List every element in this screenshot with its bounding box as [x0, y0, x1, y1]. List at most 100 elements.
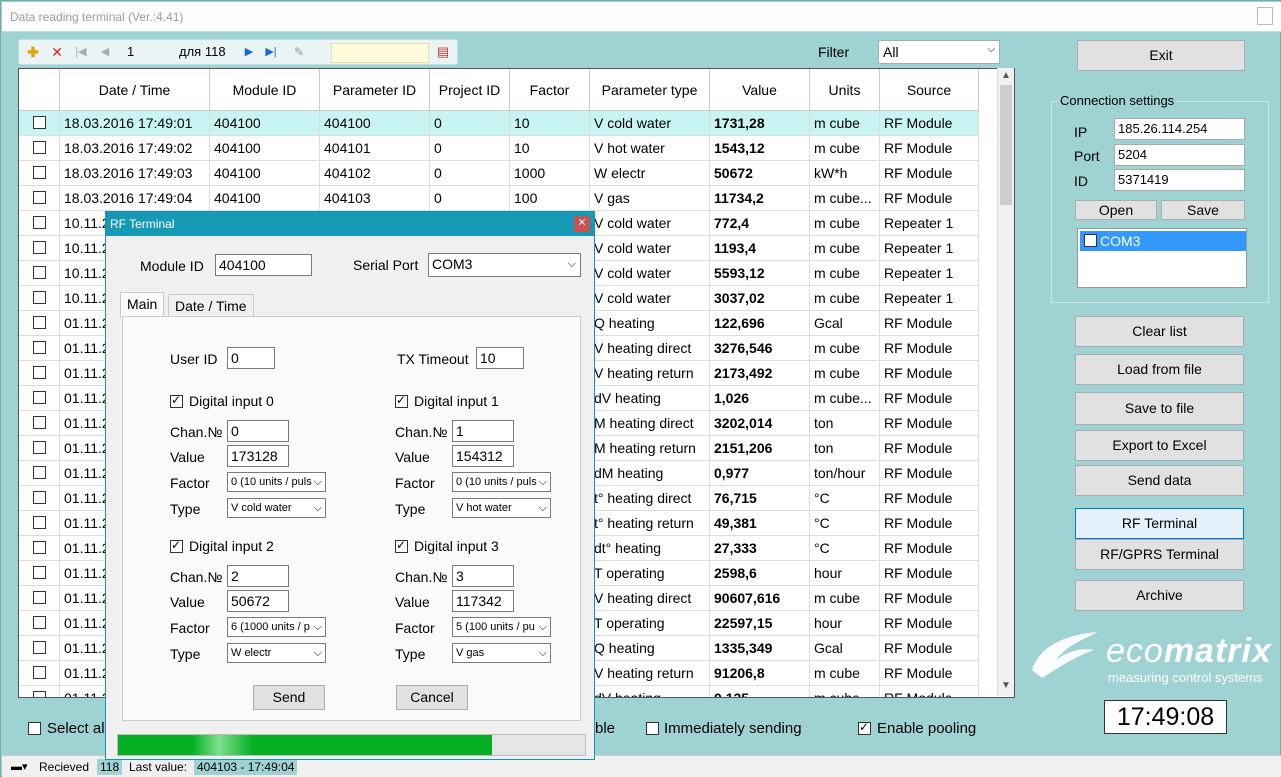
factor-select[interactable]: 0 (10 units / puls ⌵ — [452, 472, 551, 492]
save-button[interactable]: Save — [1161, 200, 1245, 220]
com-port-checkbox[interactable] — [1084, 232, 1097, 252]
row-checkbox[interactable] — [33, 366, 46, 379]
chan-input[interactable]: 0 — [227, 420, 289, 442]
enable-pooling-checkbox[interactable] — [858, 720, 871, 735]
row-checkbox[interactable] — [33, 566, 46, 579]
chan-input[interactable]: 1 — [452, 420, 514, 442]
search-field[interactable] — [331, 43, 429, 63]
row-checkbox[interactable] — [33, 191, 46, 204]
column-header[interactable]: Parameter type — [590, 69, 710, 111]
report-icon[interactable]: ▤ — [435, 44, 451, 60]
rf-gprs-terminal-button[interactable]: RF/GPRS Terminal — [1075, 539, 1244, 570]
row-checkbox[interactable] — [33, 466, 46, 479]
type-select[interactable]: V cold water ⌵ — [227, 498, 326, 518]
module-id-input[interactable]: 404100 — [215, 254, 312, 276]
chan-input[interactable]: 2 — [227, 565, 289, 587]
last-record-icon[interactable]: ▶| — [263, 44, 279, 60]
clear-list-button[interactable]: Clear list — [1075, 316, 1244, 347]
page-input[interactable]: 1 — [121, 43, 181, 63]
row-checkbox[interactable] — [33, 116, 46, 129]
rf-terminal-button[interactable]: RF Terminal — [1075, 508, 1244, 539]
export-excel-button[interactable]: Export to Excel — [1075, 430, 1244, 461]
value-input[interactable]: 173128 — [227, 445, 289, 467]
ip-input[interactable]: 185.26.114.254 — [1114, 118, 1245, 140]
column-header[interactable]: Value — [710, 69, 810, 111]
row-checkbox[interactable] — [33, 491, 46, 504]
row-checkbox[interactable] — [33, 441, 46, 454]
factor-select[interactable]: 5 (100 units / pu ⌵ — [452, 617, 551, 637]
serial-port-select[interactable]: COM3 ⌵ — [428, 253, 581, 277]
column-header[interactable]: Units — [810, 69, 880, 111]
column-header[interactable]: Parameter ID — [320, 69, 430, 111]
row-checkbox[interactable] — [33, 691, 46, 697]
add-icon[interactable]: ✚ — [25, 44, 41, 60]
row-checkbox[interactable] — [33, 641, 46, 654]
digital-input-checkbox[interactable] — [170, 538, 183, 553]
column-header[interactable]: Source — [880, 69, 979, 111]
row-checkbox[interactable] — [33, 341, 46, 354]
tab-main[interactable]: Main — [120, 292, 165, 318]
digital-input-checkbox[interactable] — [395, 538, 408, 553]
save-to-file-button[interactable]: Save to file — [1075, 392, 1244, 425]
value-input[interactable]: 154312 — [452, 445, 514, 467]
open-button[interactable]: Open — [1075, 200, 1157, 220]
row-checkbox[interactable] — [33, 391, 46, 404]
row-checkbox[interactable] — [33, 516, 46, 529]
pin-icon[interactable]: ✎ — [291, 44, 307, 60]
row-checkbox[interactable] — [33, 266, 46, 279]
digital-input-checkbox[interactable] — [395, 393, 408, 408]
com-port-item[interactable]: COM3 — [1080, 231, 1246, 252]
tab-date-time[interactable]: Date / Time — [168, 294, 254, 318]
next-record-icon[interactable]: ▶ — [241, 44, 257, 60]
row-checkbox[interactable] — [33, 541, 46, 554]
row-checkbox[interactable] — [33, 416, 46, 429]
row-checkbox[interactable] — [33, 241, 46, 254]
port-input[interactable]: 5204 — [1114, 144, 1245, 166]
prev-record-icon[interactable]: ◀ — [97, 44, 113, 60]
row-checkbox[interactable] — [33, 666, 46, 679]
digital-input-checkbox[interactable] — [170, 393, 183, 408]
column-header[interactable]: Module ID — [210, 69, 320, 111]
first-record-icon[interactable]: |◀ — [73, 44, 89, 60]
dialog-close-icon[interactable]: ✕ — [574, 216, 590, 232]
type-select[interactable]: V gas ⌵ — [452, 643, 551, 663]
table-row[interactable]: 18.03.2016 17:49:03 404100 404102 0 1000 W el… — [19, 161, 979, 186]
tx-timeout-input[interactable]: 10 — [476, 347, 524, 369]
cancel-button[interactable]: Cancel — [396, 685, 468, 710]
column-header[interactable]: Date / Time — [60, 69, 210, 111]
scroll-thumb[interactable] — [1000, 85, 1012, 205]
row-checkbox[interactable] — [33, 291, 46, 304]
factor-select[interactable]: 0 (10 units / puls ⌵ — [227, 472, 326, 492]
delete-icon[interactable]: ✕ — [49, 44, 65, 60]
row-checkbox[interactable] — [33, 141, 46, 154]
column-header[interactable]: Factor — [510, 69, 590, 111]
row-checkbox[interactable] — [33, 591, 46, 604]
factor-select[interactable]: 6 (1000 units / p ⌵ — [227, 617, 326, 637]
load-from-file-button[interactable]: Load from file — [1075, 354, 1244, 385]
language-flag-icon[interactable]: ▬▾ — [8, 759, 31, 775]
chan-input[interactable]: 3 — [452, 565, 514, 587]
table-row[interactable]: 18.03.2016 17:49:01 404100 404100 0 10 V cold… — [19, 111, 979, 136]
archive-button[interactable]: Archive — [1075, 580, 1244, 611]
row-checkbox[interactable] — [33, 216, 46, 229]
type-select[interactable]: W electr ⌵ — [227, 643, 326, 663]
window-close-button[interactable] — [1257, 7, 1273, 25]
table-row[interactable]: 18.03.2016 17:49:02 404100 404101 0 10 V hot … — [19, 136, 979, 161]
value-input[interactable]: 50672 — [227, 590, 289, 612]
send-button[interactable]: Send — [253, 685, 325, 710]
send-data-button[interactable]: Send data — [1075, 465, 1244, 496]
exit-button[interactable]: Exit — [1077, 40, 1245, 71]
row-checkbox[interactable] — [33, 166, 46, 179]
id-input[interactable]: 5371419 — [1114, 169, 1245, 191]
user-id-input[interactable]: 0 — [227, 347, 275, 369]
select-all-checkbox[interactable] — [28, 722, 41, 735]
column-header[interactable]: Project ID — [430, 69, 510, 111]
value-input[interactable]: 117342 — [452, 590, 514, 612]
row-checkbox[interactable] — [33, 316, 46, 329]
immediate-sending-checkbox[interactable] — [646, 722, 659, 735]
filter-select[interactable]: All ⌵ — [878, 40, 1000, 64]
grid-scrollbar[interactable]: ▲ ▼ — [997, 68, 1014, 696]
table-row[interactable]: 18.03.2016 17:49:04 404100 404103 0 100 V gas… — [19, 186, 979, 211]
row-checkbox[interactable] — [33, 616, 46, 629]
type-select[interactable]: V hot water ⌵ — [452, 498, 551, 518]
